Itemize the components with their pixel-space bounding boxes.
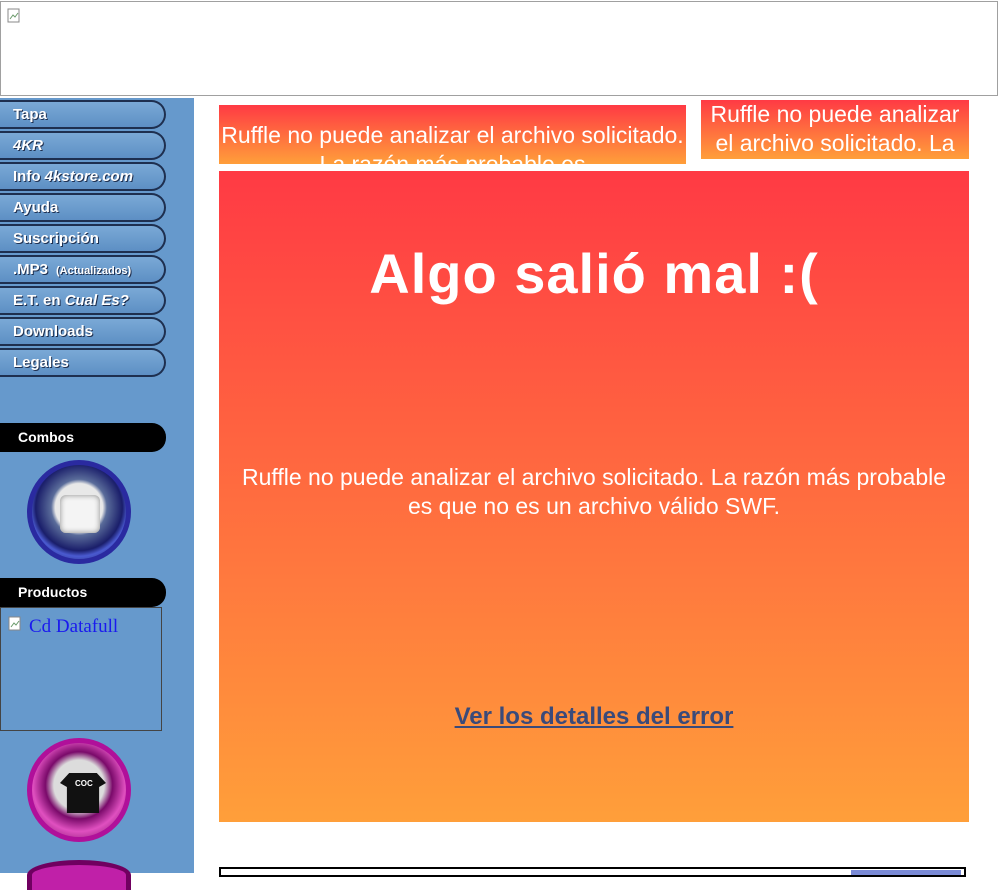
product-box: Cd Datafull xyxy=(0,607,162,731)
nav-item-suscripcion[interactable]: Suscripción xyxy=(0,224,166,253)
ruffle-error-small-2: Ruffle no puede analizar el archivo soli… xyxy=(701,100,969,159)
nav-item-tapa[interactable]: Tapa xyxy=(0,100,166,129)
tshirt-badge[interactable]: COC xyxy=(27,738,131,842)
section-combos: Combos xyxy=(0,423,166,452)
ruffle-error-small-1: Ruffle no puede analizar el archivo soli… xyxy=(219,105,686,164)
nav-item-downloads[interactable]: Downloads xyxy=(0,317,166,346)
sidebar: Tapa 4KR Info 4kstore.com Ayuda Suscripc… xyxy=(0,98,194,890)
nav-item-ayuda[interactable]: Ayuda xyxy=(0,193,166,222)
nav-item-4kr[interactable]: 4KR xyxy=(0,131,166,160)
bottom-frame xyxy=(219,867,966,877)
error-title: Algo salió mal :( xyxy=(369,242,819,305)
combos-badge[interactable] xyxy=(27,460,131,564)
error-details-link[interactable]: Ver los detalles del error xyxy=(219,703,969,731)
section-productos: Productos xyxy=(0,578,166,607)
ruffle-error-panel: Algo salió mal :( Ruffle no puede analiz… xyxy=(219,171,969,822)
nav-item-mp3[interactable]: .MP3 (Actualizados) xyxy=(0,255,166,284)
nav-item-info[interactable]: Info 4kstore.com xyxy=(0,162,166,191)
nav-item-legales[interactable]: Legales xyxy=(0,348,166,377)
broken-image-icon xyxy=(8,616,21,631)
mug-icon xyxy=(60,495,100,533)
tshirt-icon: COC xyxy=(60,773,106,813)
nav-item-et[interactable]: E.T. en Cual Es? xyxy=(0,286,166,315)
broken-image-icon xyxy=(7,8,20,23)
badge-partial[interactable] xyxy=(27,860,131,890)
bottom-bar xyxy=(851,870,961,875)
error-message: Ruffle no puede analizar el archivo soli… xyxy=(241,464,947,519)
product-link-cd-datafull[interactable]: Cd Datafull xyxy=(29,616,118,638)
top-banner xyxy=(0,1,998,96)
